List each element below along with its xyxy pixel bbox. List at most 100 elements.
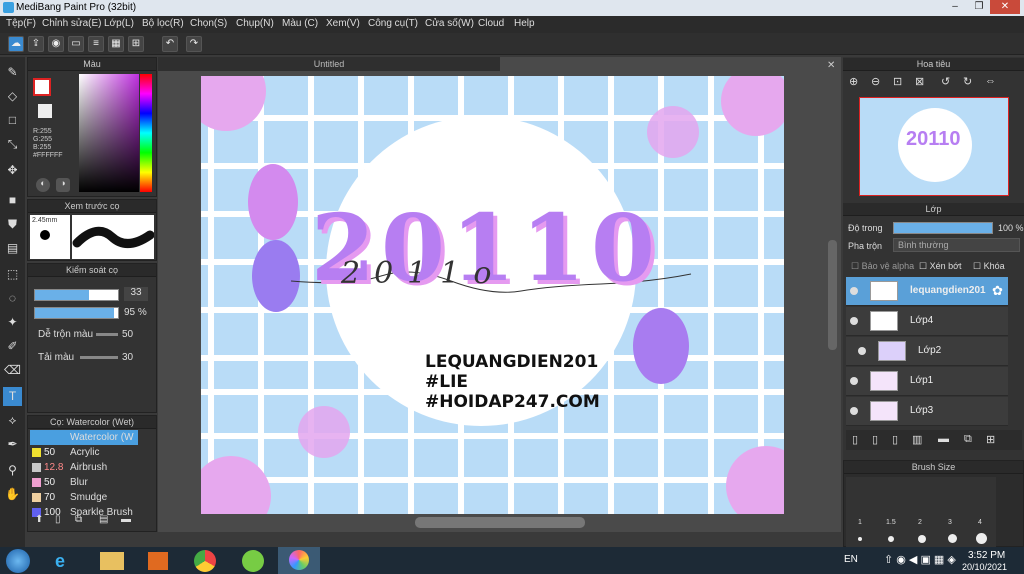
document-tab[interactable]: Untitled: [158, 57, 500, 71]
menu-window[interactable]: Cửa số(W): [425, 18, 474, 29]
vertical-scrollbar[interactable]: [828, 240, 837, 350]
ie-icon[interactable]: e: [55, 551, 77, 571]
menu-layer[interactable]: Lớp(L): [104, 18, 134, 29]
chat-icon[interactable]: ◉: [48, 36, 64, 52]
hue-slider[interactable]: [140, 74, 152, 192]
zoom-out-icon[interactable]: ⊖: [871, 75, 880, 88]
visibility-icon[interactable]: [850, 377, 858, 385]
visibility-icon[interactable]: [850, 317, 858, 325]
layer-row[interactable]: Lớp3: [846, 397, 1008, 426]
navigator-thumbnail[interactable]: 20110: [859, 97, 1009, 196]
explorer-icon[interactable]: [100, 552, 124, 570]
layer-row[interactable]: lequangdien201 ✿: [846, 277, 1008, 306]
material-icon[interactable]: ▦: [108, 36, 124, 52]
app-icon-green[interactable]: [242, 550, 264, 572]
start-button[interactable]: [6, 549, 30, 573]
size-label[interactable]: 1: [858, 519, 862, 526]
cloud-icon[interactable]: ☁: [8, 36, 24, 52]
text-tool-icon[interactable]: T: [3, 387, 22, 406]
brush-tool-icon[interactable]: ✎: [3, 63, 22, 82]
menu-view[interactable]: Xem(V): [326, 18, 360, 29]
maximize-button[interactable]: ❐: [968, 0, 990, 14]
minimize-button[interactable]: –: [944, 0, 966, 14]
menu-help[interactable]: Help: [514, 18, 535, 29]
clip-checkbox[interactable]: ☐ Xén bớt: [919, 261, 962, 272]
chrome-icon[interactable]: [194, 550, 216, 572]
rectangle-tool-icon[interactable]: □: [3, 111, 22, 130]
size-label[interactable]: 4: [978, 519, 982, 526]
rotate-left-icon[interactable]: ↺: [941, 75, 950, 88]
brush-opacity-slider[interactable]: [34, 307, 119, 319]
brush-list-item[interactable]: 70 Smudge: [30, 490, 138, 505]
size-label[interactable]: 2: [918, 519, 922, 526]
bucket-tool-icon[interactable]: ⛊: [3, 215, 22, 234]
transparent-color[interactable]: [38, 104, 52, 118]
pen-tool-icon[interactable]: ⤡: [3, 135, 22, 154]
menu-filter[interactable]: Bộ lọc(R): [142, 18, 184, 29]
menu-color[interactable]: Màu (C): [282, 18, 318, 29]
select-eraser-icon[interactable]: ⌫: [3, 361, 22, 380]
brush-list-item[interactable]: Watercolor (W: [30, 430, 138, 445]
horizontal-scrollbar[interactable]: [415, 517, 585, 528]
duplicate-brush-icon[interactable]: ⧉: [75, 514, 82, 525]
undo-icon[interactable]: ↶: [162, 36, 178, 52]
folder-icon[interactable]: ▬: [121, 514, 131, 525]
rotate-right-icon[interactable]: ↻: [963, 75, 972, 88]
size-label[interactable]: 3: [948, 519, 952, 526]
layer-row[interactable]: Lớp4: [846, 307, 1008, 336]
visibility-icon[interactable]: [850, 407, 858, 415]
color-settings-icon[interactable]: ◑: [56, 178, 70, 192]
flip-icon[interactable]: ⇔: [985, 75, 996, 87]
zoom-in-icon[interactable]: ⊕: [849, 75, 858, 88]
media-player-icon[interactable]: [148, 552, 168, 570]
menu-cloud[interactable]: Cloud: [478, 18, 504, 29]
lasso-tool-icon[interactable]: ◌: [3, 289, 22, 308]
visibility-icon[interactable]: [850, 287, 858, 295]
layer-row[interactable]: Lớp1: [846, 367, 1008, 396]
select-tool-icon[interactable]: ⬚: [3, 265, 22, 284]
duplicate-layer-icon[interactable]: ⧉: [964, 433, 972, 446]
foreground-color[interactable]: [33, 78, 51, 96]
new-layer-halftone-icon[interactable]: ▯: [872, 433, 878, 446]
brush-list-item[interactable]: 50 Acrylic: [30, 445, 138, 460]
new-layer-icon[interactable]: ▯: [852, 433, 858, 446]
lock-checkbox[interactable]: ☐ Khóa: [973, 261, 1005, 272]
share-icon[interactable]: ⇪: [28, 36, 44, 52]
layer-opacity-slider[interactable]: [893, 222, 993, 234]
layer-row[interactable]: Lớp2: [846, 337, 1008, 366]
eyedropper-icon[interactable]: ✒: [3, 435, 22, 454]
size-label[interactable]: 1.5: [886, 519, 896, 526]
menu-capture[interactable]: Chụp(N): [236, 18, 274, 29]
blend-mode-select[interactable]: Bình thường: [893, 238, 1020, 252]
select-pen-icon[interactable]: ✐: [3, 337, 22, 356]
add-brush-icon[interactable]: ⬆: [35, 514, 43, 525]
visibility-icon[interactable]: [858, 347, 866, 355]
menu-file[interactable]: Tệp(F): [6, 18, 36, 29]
language-indicator[interactable]: EN: [844, 554, 858, 565]
new-brush-icon[interactable]: ▯: [55, 514, 61, 525]
saturation-picker[interactable]: [79, 74, 139, 192]
palette-icon[interactable]: ◐: [36, 178, 50, 192]
redo-icon[interactable]: ↷: [186, 36, 202, 52]
document-icon[interactable]: ≡: [88, 36, 104, 52]
brush-size-slider[interactable]: [34, 289, 119, 301]
gradient-tool-icon[interactable]: ▤: [3, 239, 22, 258]
tray-icons[interactable]: ⇧ ◉ ◀ ▣ ▦ ◈: [884, 553, 956, 566]
new-layer-8bit-icon[interactable]: ▯: [892, 433, 898, 446]
medibang-task-icon[interactable]: [278, 547, 320, 574]
brush-list-item[interactable]: 12.8 Airbrush: [30, 460, 138, 475]
merge-layer-icon[interactable]: ⊞: [986, 433, 995, 446]
magic-wand-icon[interactable]: ✦: [3, 313, 22, 332]
brush-settings-icon[interactable]: ▤: [99, 514, 108, 525]
brush-size-value[interactable]: 33: [124, 287, 148, 301]
menu-tools[interactable]: Công cụ(T): [368, 18, 418, 29]
blend-slider[interactable]: [96, 333, 118, 336]
artwork-canvas[interactable]: 20110 2011o LEQUANGDIEN201 #LIE #HOIDAP2…: [201, 76, 784, 514]
menu-select[interactable]: Chọn(S): [190, 18, 227, 29]
move-tool-icon[interactable]: ✥: [3, 161, 22, 180]
eraser-tool-icon[interactable]: ◇: [3, 87, 22, 106]
close-button[interactable]: ✕: [990, 0, 1020, 14]
actual-size-icon[interactable]: ⊠: [915, 75, 924, 88]
comment-icon[interactable]: ▭: [68, 36, 84, 52]
grid-icon[interactable]: ⊞: [128, 36, 144, 52]
